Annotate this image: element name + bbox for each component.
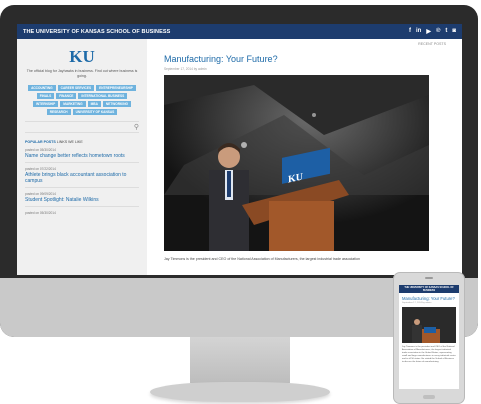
tag-finance[interactable]: FINANCE bbox=[56, 93, 77, 99]
post-date: posted on 07/22/2014 bbox=[25, 167, 56, 171]
tag-research[interactable]: RESEARCH bbox=[46, 109, 71, 115]
phone-speaker-photo bbox=[402, 307, 456, 343]
phone-article-photo bbox=[402, 307, 456, 343]
speaker-photo-illustration: KU bbox=[164, 75, 429, 251]
post-date: posted on 05/30/2014 bbox=[25, 211, 56, 215]
phone-home-button[interactable] bbox=[423, 395, 435, 399]
post-link[interactable]: Student Spotlight: Natalie Wilkins bbox=[25, 197, 139, 203]
sidebar-search[interactable]: ⚲ bbox=[25, 121, 139, 133]
popular-posts-tab[interactable]: POPULAR POSTS bbox=[25, 140, 56, 144]
phone-speaker bbox=[425, 277, 433, 279]
tag-finals[interactable]: FINALS bbox=[36, 93, 55, 99]
post-date: posted on 09/09/2014 bbox=[25, 192, 56, 196]
linkedin-icon[interactable]: in bbox=[416, 28, 421, 35]
list-item: posted on 07/22/2014 Athlete brings blac… bbox=[25, 163, 139, 188]
youtube-icon[interactable]: ▶ bbox=[426, 28, 431, 35]
tag-cloud: ACCOUNTING CAREER SERVICES ENTREPRENEURS… bbox=[25, 85, 139, 115]
article-photo: KU bbox=[164, 75, 429, 251]
list-item: posted on 05/30/2014 bbox=[25, 207, 139, 218]
post-link[interactable]: Name change better reflects hometown roo… bbox=[25, 153, 139, 159]
search-icon[interactable]: ⚲ bbox=[134, 123, 139, 131]
phone-article-title[interactable]: Manufacturing: Your Future? bbox=[399, 293, 459, 301]
site-header: THE UNIVERSITY OF KANSAS SCHOOL OF BUSIN… bbox=[17, 24, 462, 39]
list-item: posted on 09/09/2014 Student Spotlight: … bbox=[25, 188, 139, 207]
list-item: posted on 05/30/2014 Name change better … bbox=[25, 144, 139, 163]
phone-frame: THE UNIVERSITY OF KANSAS SCHOOL OF BUSIN… bbox=[393, 272, 465, 404]
recent-posts-link[interactable]: RECENT POSTS bbox=[164, 39, 446, 46]
phone-article-meta: September 17, 2014 by admin bbox=[402, 302, 432, 304]
article-meta: September 17, 2014 by admin bbox=[164, 67, 207, 71]
sidebar: KU The official blog for Jayhawks in bus… bbox=[17, 39, 147, 275]
ku-logo[interactable]: KU bbox=[25, 47, 139, 67]
tag-career-services[interactable]: CAREER SERVICES bbox=[57, 85, 95, 91]
tag-marketing[interactable]: MARKETING bbox=[60, 101, 86, 107]
monitor-stand-neck bbox=[190, 337, 290, 383]
phone-screen: THE UNIVERSITY OF KANSAS SCHOOL OF BUSIN… bbox=[399, 285, 459, 389]
article-title[interactable]: Manufacturing: Your Future? bbox=[164, 54, 446, 64]
phone-article-text: Jay Timmons is the president and CEO of … bbox=[402, 346, 456, 363]
pinterest-icon[interactable]: ℗ bbox=[436, 28, 440, 35]
facebook-icon[interactable]: f bbox=[409, 28, 411, 35]
tag-entrepreneurship[interactable]: ENTREPRENEURSHIP bbox=[96, 85, 136, 91]
phone-header[interactable]: THE UNIVERSITY OF KANSAS SCHOOL OF BUSIN… bbox=[399, 285, 459, 293]
main-content: RECENT POSTS Manufacturing: Your Future?… bbox=[147, 39, 462, 275]
monitor-stand-base bbox=[150, 382, 330, 402]
tag-accounting[interactable]: ACCOUNTING bbox=[28, 85, 56, 91]
post-link[interactable]: Athlete brings black accountant associat… bbox=[25, 172, 139, 184]
instagram-icon[interactable]: ◙ bbox=[452, 28, 456, 35]
social-icons: f in ▶ ℗ t ◙ bbox=[409, 28, 456, 35]
sidebar-tagline: The official blog for Jayhawks in busine… bbox=[26, 69, 138, 78]
article-caption: Jay Timmons is the president and CEO of … bbox=[164, 257, 360, 261]
post-date: posted on 05/30/2014 bbox=[25, 148, 56, 152]
monitor-screen: THE UNIVERSITY OF KANSAS SCHOOL OF BUSIN… bbox=[17, 24, 462, 275]
tag-mba[interactable]: MBA bbox=[87, 101, 101, 107]
links-we-like-tab[interactable]: LINKS WE LIKE bbox=[57, 140, 83, 144]
tag-university-of-kansas[interactable]: UNIVERSITY OF KANSAS bbox=[72, 109, 118, 115]
twitter-icon[interactable]: t bbox=[445, 28, 447, 35]
tag-internship[interactable]: INTERNSHIP bbox=[32, 101, 59, 107]
tag-international-business[interactable]: INTERNATIONAL BUSINESS bbox=[78, 93, 128, 99]
tag-networking[interactable]: NETWORKING bbox=[102, 101, 132, 107]
site-brand[interactable]: THE UNIVERSITY OF KANSAS SCHOOL OF BUSIN… bbox=[23, 29, 170, 35]
